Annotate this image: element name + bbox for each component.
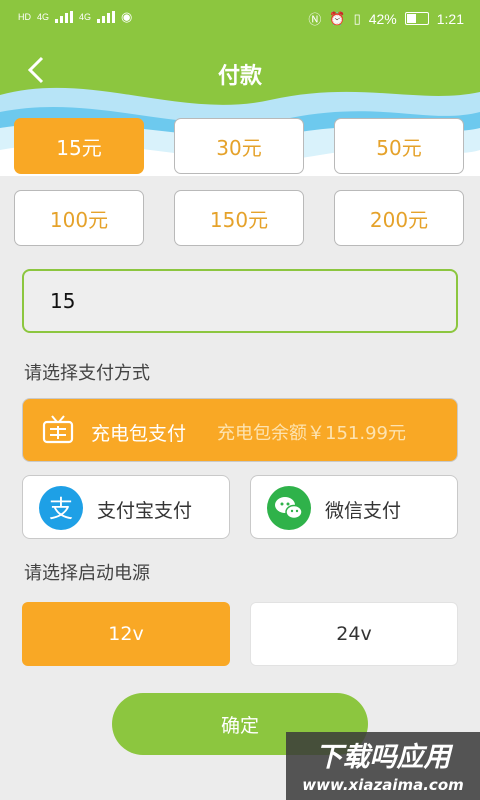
amount-option-30[interactable]: 30元	[174, 118, 304, 174]
clock: 1:21	[436, 10, 464, 27]
title-bar: 付款	[0, 54, 480, 94]
alipay-button[interactable]: 支 支付宝支付	[22, 475, 230, 539]
wechat-icon	[267, 486, 311, 530]
alipay-label: 支付宝支付	[97, 500, 193, 522]
svg-text:下载吗应用: 下载吗应用	[316, 742, 454, 773]
battery-percent: 42%	[368, 10, 397, 27]
power-option-12v[interactable]: 12v	[22, 602, 230, 666]
vibrate-icon: ▯	[353, 10, 361, 26]
eye-icon: ◉	[121, 9, 133, 24]
wechat-pay-label: 微信支付	[325, 500, 402, 522]
watermark-logo: 下载吗应用 www.xiazaima.com	[286, 732, 480, 800]
sim-label: HD	[18, 11, 31, 22]
amount-input[interactable]: 15	[22, 269, 458, 333]
svg-text:www.xiazaima.com: www.xiazaima.com	[302, 776, 464, 794]
status-bar: HD 4G 4G ◉ Ⓝ ⏰ ▯ 42% 1:21	[0, 0, 480, 36]
power-section-title: 请选择启动电源	[24, 563, 150, 584]
wallet-pay-label: 充电包支付	[91, 423, 187, 445]
signal-icon	[55, 11, 74, 23]
amount-option-50[interactable]: 50元	[334, 118, 464, 174]
wechat-pay-button[interactable]: 微信支付	[250, 475, 458, 539]
wallet-pay-button[interactable]: 充电包支付 充电包余额￥151.99元	[22, 398, 458, 462]
amount-option-200[interactable]: 200元	[334, 190, 464, 246]
power-option-24v[interactable]: 24v	[250, 602, 458, 666]
alipay-icon: 支	[39, 486, 83, 530]
alarm-icon: ⏰	[329, 10, 346, 26]
amount-option-15[interactable]: 15元	[14, 118, 144, 174]
amount-option-150[interactable]: 150元	[174, 190, 304, 246]
amount-option-100[interactable]: 100元	[14, 190, 144, 246]
page-title: 付款	[217, 64, 262, 89]
network-type: 4G	[79, 11, 92, 22]
wallet-balance: 充电包余额￥151.99元	[217, 423, 406, 444]
payment-section-title: 请选择支付方式	[24, 363, 150, 384]
battery-icon	[404, 12, 429, 25]
network-type: 4G	[37, 11, 50, 22]
nfc-icon: Ⓝ	[308, 12, 322, 27]
signal-icon	[97, 11, 116, 23]
svg-text:支: 支	[49, 495, 73, 523]
tv-wallet-icon	[42, 415, 74, 444]
